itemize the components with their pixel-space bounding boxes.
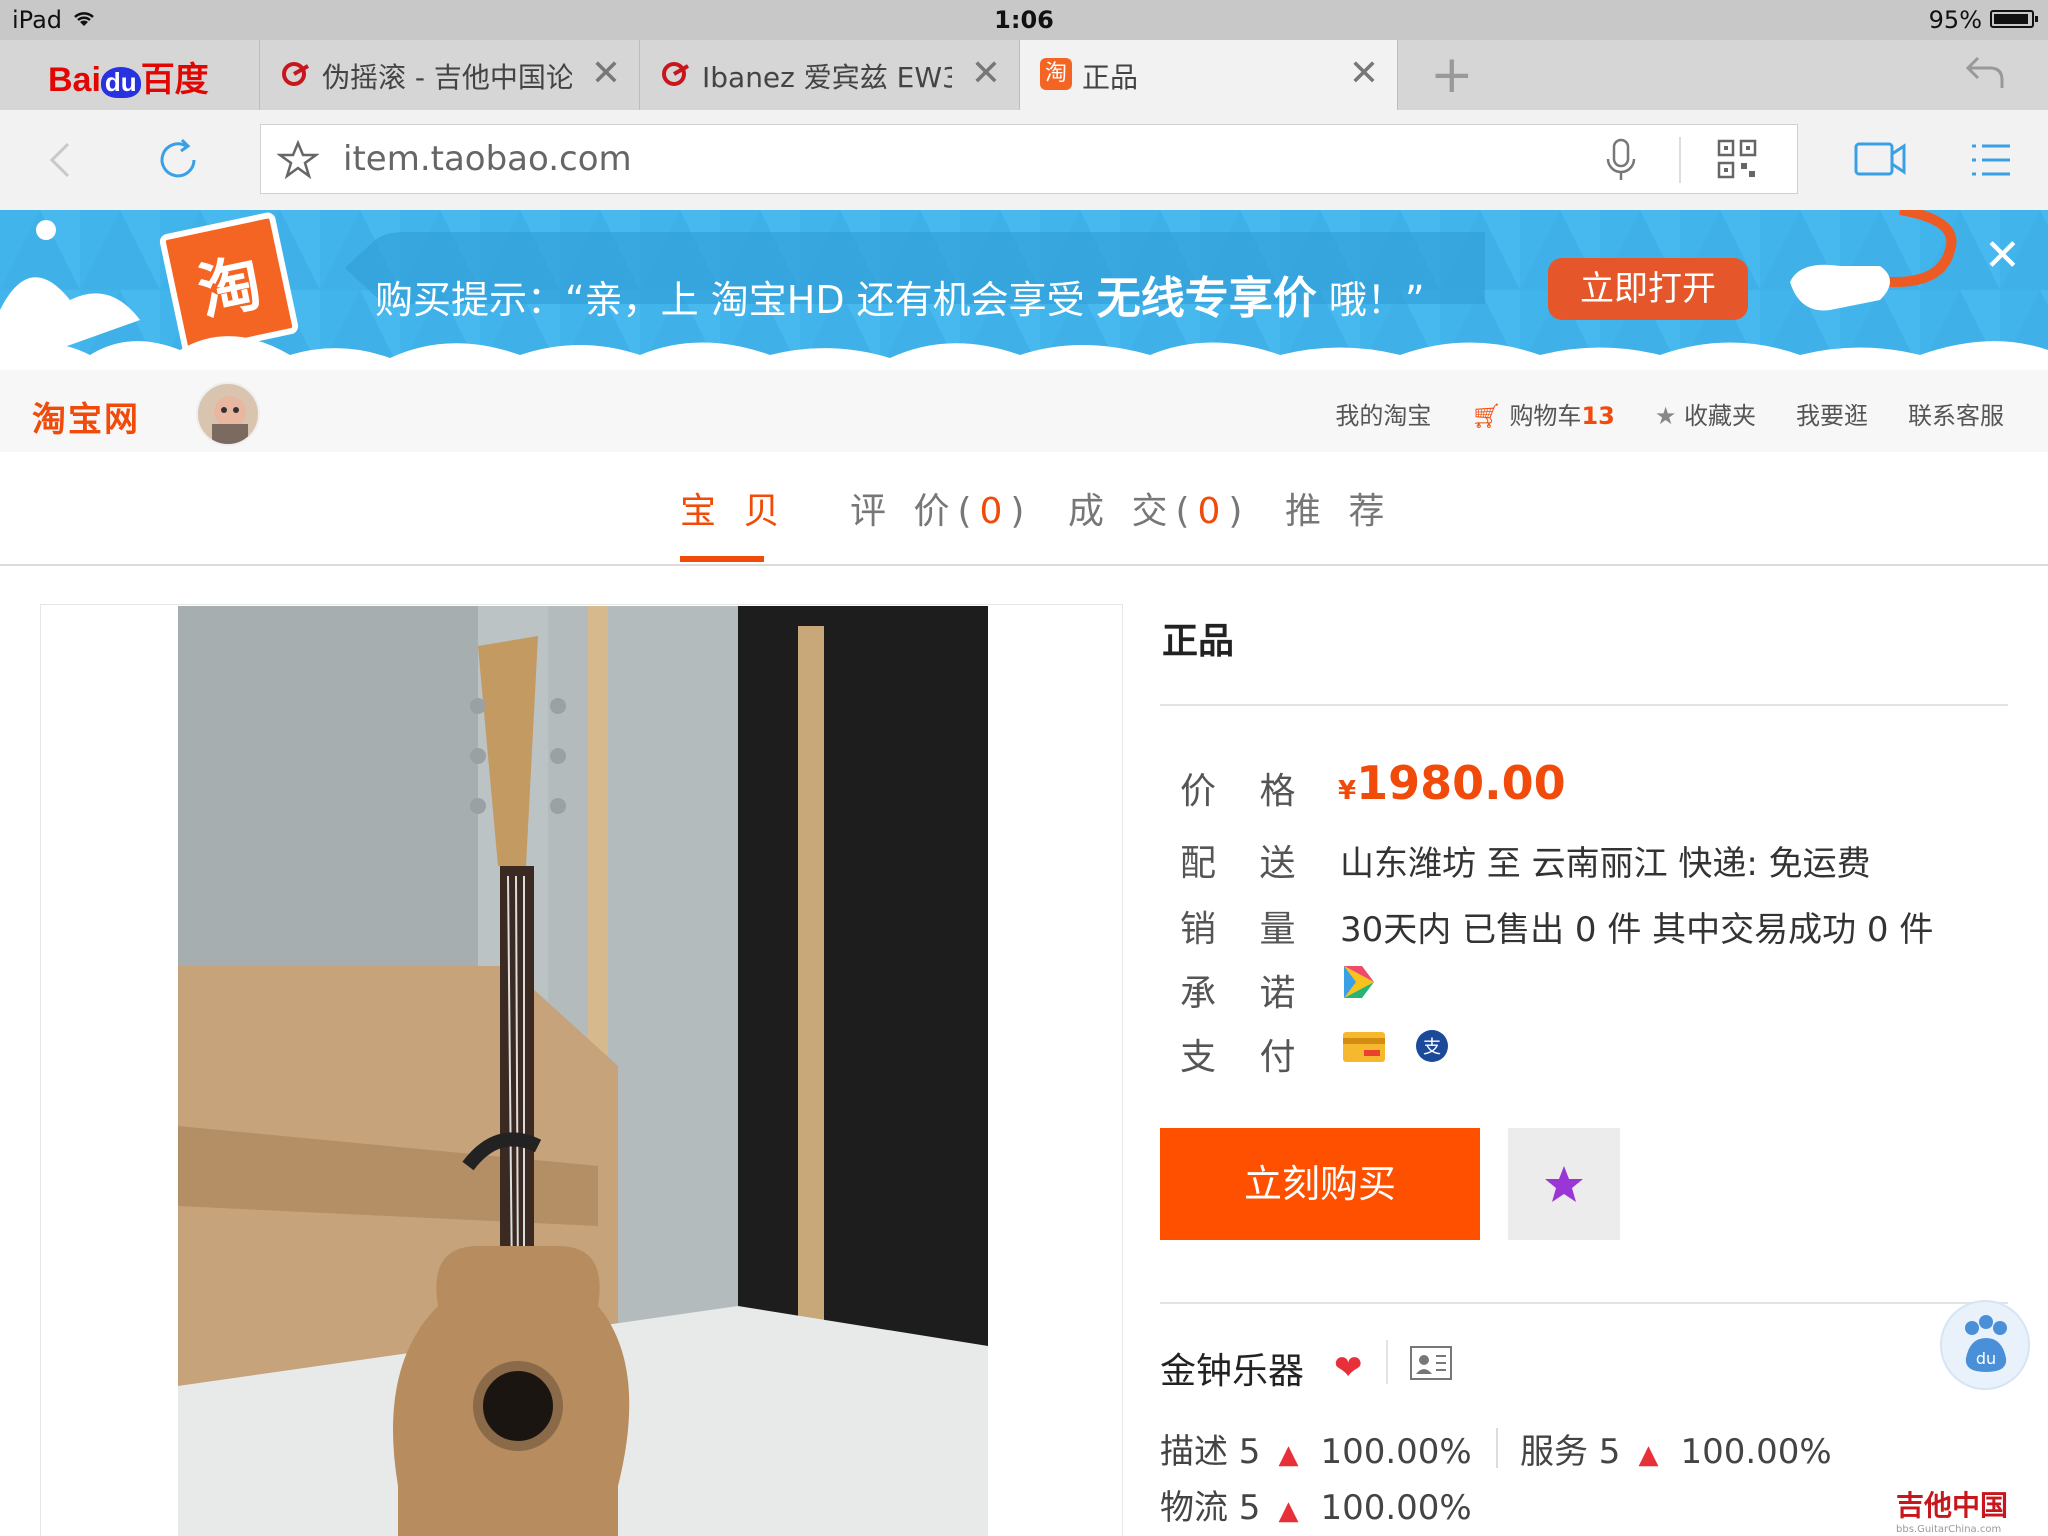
avatar[interactable] (196, 382, 260, 446)
taobao-logo[interactable]: 淘宝网 (32, 392, 140, 441)
video-icon[interactable] (1854, 140, 1906, 178)
tab-title: Ibanez 爱宾兹 EW35 (702, 61, 952, 94)
new-tab-button[interactable]: + (1430, 49, 1474, 101)
tab-title: 伪摇滚 - 吉他中国论坛 (322, 61, 572, 94)
divider (1386, 1340, 1388, 1384)
address-bar[interactable]: item.taobao.com (260, 124, 1798, 194)
battery-percent: 95% (1928, 6, 1982, 34)
price-label: 价 格 (1180, 771, 1312, 812)
tab-guitarchina-forum[interactable]: 伪摇滚 - 吉他中国论坛 ✕ (260, 40, 640, 110)
taobao-header: 淘宝网 我的淘宝 🛒︎ 购物车13 ★ 收藏夹 我要逛 联系客服 (0, 370, 2048, 452)
tab-transactions[interactable]: 成 交(0) (1068, 482, 1250, 534)
svg-text:支: 支 (1423, 1037, 1441, 1058)
tab-reviews[interactable]: 评 价(0) (850, 482, 1032, 534)
price: ¥1980.00 (1338, 756, 1566, 810)
menu-icon[interactable] (1970, 140, 2012, 180)
tab-baidu-home[interactable]: Bai du 百度 (0, 40, 260, 110)
sales-info: 30天内 已售出 0 件 其中交易成功 0 件 (1340, 910, 1934, 950)
active-tab-indicator (680, 556, 764, 562)
baidu-paw-icon: du (1965, 1315, 2007, 1372)
detail-tabs: 宝 贝 评 价(0) 成 交(0) 推 荐 (0, 452, 2048, 566)
divider (1160, 704, 2008, 706)
baidu-logo: Bai du 百度 (48, 61, 209, 99)
up-arrow-icon: ▲ (1278, 1440, 1299, 1470)
baidu-float-button[interactable]: du (1940, 1300, 2030, 1390)
close-tab-icon[interactable]: ✕ (591, 56, 621, 92)
favorites-link[interactable]: ★ 收藏夹 (1655, 396, 1756, 431)
close-banner-icon[interactable]: ✕ (1984, 230, 2021, 281)
tab-recommended[interactable]: 推 荐 (1285, 482, 1392, 534)
qr-code-icon[interactable] (1717, 139, 1757, 179)
taobao-favicon-icon: 淘 (1040, 58, 1072, 90)
bookmark-star-icon[interactable] (277, 139, 319, 181)
promise-label: 承 诺 (1180, 973, 1312, 1014)
rating-service: 服务 5 ▲ 100.00% (1520, 1432, 1832, 1472)
browse-link[interactable]: 我要逛 (1796, 396, 1868, 431)
product-title: 正品 (1162, 621, 1235, 662)
credit-card-icon[interactable] (1342, 1030, 1386, 1064)
battery-icon (1990, 10, 2038, 28)
status-bar: iPad 1:06 95% (0, 0, 2048, 40)
heart-icon[interactable]: ❤ (1334, 1348, 1363, 1388)
currency-symbol: ¥ (1338, 776, 1357, 806)
price-value: 1980.00 (1356, 756, 1566, 810)
clock: 1:06 (994, 6, 1054, 34)
cart-icon: 🛒︎ (1471, 402, 1502, 430)
alipay-icon[interactable]: 支 (1414, 1028, 1450, 1064)
rating-logistics: 物流 5 ▲ 100.00% (1160, 1488, 1472, 1528)
star-icon: ★ (1654, 402, 1677, 430)
microphone-icon[interactable] (1599, 137, 1643, 183)
shipping-info: 山东潍坊 至 云南丽江 快递: 免运费 (1340, 844, 1871, 884)
up-arrow-icon: ▲ (1278, 1496, 1299, 1526)
tab-ibanez[interactable]: Ibanez 爱宾兹 EW35 ✕ (640, 40, 1020, 110)
tab-taobao-active[interactable]: 淘 正品 ✕ (1020, 40, 1398, 110)
guitarchina-favicon-icon (662, 62, 689, 86)
payment-label: 支 付 (1180, 1037, 1312, 1078)
undo-close-tab-icon[interactable] (1964, 50, 2008, 94)
divider (1160, 1302, 2008, 1304)
cloud-decoration (0, 336, 2048, 370)
cart-link[interactable]: 🛒︎ 购物车13 (1471, 396, 1615, 431)
promise-icon[interactable] (1342, 964, 1376, 1000)
sales-label: 销 量 (1180, 909, 1312, 950)
divider (1496, 1428, 1498, 1468)
divider (1679, 137, 1681, 183)
app-promo-banner[interactable]: 淘 购买提示：“亲，上 淘宝HD 还有机会享受 无线专享价 哦！” 立即打开 ✕ (0, 210, 2048, 370)
url-text[interactable]: item.taobao.com (343, 139, 632, 179)
watermark: 吉他中国 bbs.GuitarChina.com (1896, 1489, 2009, 1535)
tab-item[interactable]: 宝 贝 (680, 482, 787, 534)
reload-icon[interactable] (154, 136, 202, 184)
up-arrow-icon: ▲ (1638, 1440, 1659, 1470)
browser-toolbar: item.taobao.com (0, 110, 2048, 211)
star-icon (1545, 1166, 1583, 1202)
rating-description: 描述 5 ▲ 100.00% (1160, 1432, 1472, 1472)
favorite-button[interactable] (1508, 1128, 1620, 1240)
product-photo-guitar[interactable] (178, 606, 988, 1536)
cart-count: 13 (1581, 402, 1615, 430)
svg-text:du: du (1976, 1349, 1996, 1368)
back-arrow-icon[interactable] (40, 138, 84, 182)
my-taobao-link[interactable]: 我的淘宝 (1335, 396, 1431, 431)
buy-now-button[interactable]: 立刻购买 (1160, 1128, 1480, 1240)
close-tab-icon[interactable]: ✕ (1349, 56, 1379, 92)
tab-title: 正品 (1082, 61, 1139, 94)
close-tab-icon[interactable]: ✕ (971, 56, 1001, 92)
customer-service-link[interactable]: 联系客服 (1908, 396, 2004, 431)
guitarchina-favicon-icon (282, 62, 309, 86)
browser-tab-bar: Baidu百度 伪摇滚 - 吉他中国论坛 ✕ Ibanez 爱宾兹 EW35 ✕… (0, 40, 2048, 110)
header-links: 我的淘宝 🛒︎ 购物车13 ★ 收藏夹 我要逛 联系客服 (1335, 396, 2004, 431)
shop-name[interactable]: 金钟乐器 (1160, 1342, 1304, 1394)
shop-card-icon[interactable] (1410, 1346, 1452, 1380)
shipping-label: 配 送 (1180, 843, 1312, 884)
